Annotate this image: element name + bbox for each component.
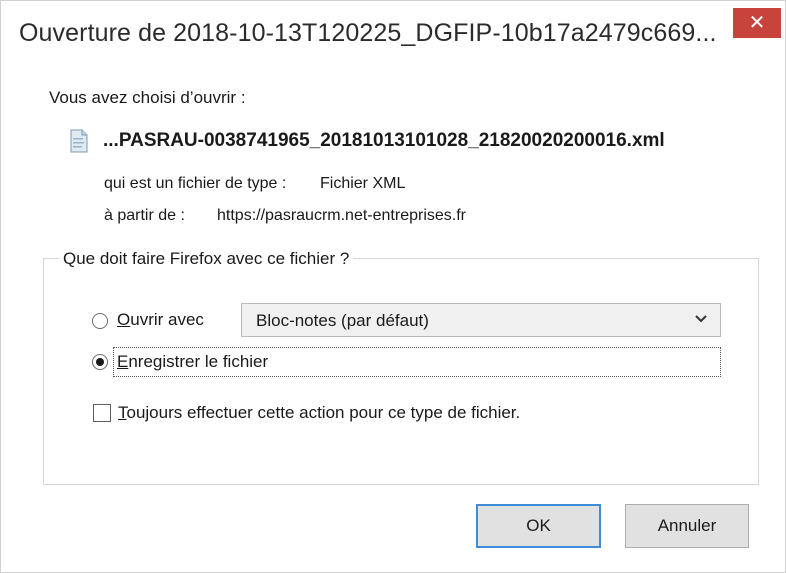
- always-action-label-text: oujours effectuer cette action pour ce t…: [126, 403, 521, 422]
- close-icon: ✕: [748, 12, 766, 34]
- chevron-down-icon: [695, 315, 707, 323]
- close-button[interactable]: ✕: [733, 8, 781, 38]
- intro-text: Vous avez choisi d’ouvrir :: [49, 88, 246, 107]
- ok-button[interactable]: OK: [476, 504, 601, 548]
- save-file-mnemonic: E: [117, 352, 129, 371]
- download-dialog: Ouverture de 2018-10-13T120225_DGFIP-10b…: [0, 0, 786, 573]
- file-type-label: qui est un fichier de type :: [104, 175, 287, 192]
- always-action-label[interactable]: Toujours effectuer cette action pour ce …: [118, 403, 520, 423]
- file-name: ...PASRAU-0038741965_20181013101028_2182…: [103, 130, 665, 151]
- open-with-mnemonic: O: [117, 310, 131, 329]
- dialog-title: Ouverture de 2018-10-13T120225_DGFIP-10b…: [19, 19, 717, 47]
- radio-selected-dot: [96, 358, 104, 366]
- title-bar[interactable]: Ouverture de 2018-10-13T120225_DGFIP-10b…: [1, 1, 785, 65]
- file-source-label: à partir de :: [104, 207, 185, 224]
- cancel-button[interactable]: Annuler: [625, 504, 749, 548]
- save-file-label-text: nregistrer le fichier: [128, 352, 269, 371]
- open-with-radio[interactable]: [92, 313, 108, 329]
- action-group-legend: Que doit faire Firefox avec ce fichier ?: [59, 249, 354, 269]
- application-select-value: Bloc-notes (par défaut): [256, 311, 429, 330]
- always-action-mnemonic: T: [118, 403, 127, 422]
- file-type-value: Fichier XML: [320, 175, 406, 192]
- save-file-radio[interactable]: [92, 354, 108, 370]
- always-action-checkbox[interactable]: [93, 404, 111, 422]
- save-file-label[interactable]: Enregistrer le fichier: [117, 352, 268, 372]
- open-with-label-text: uvrir avec: [130, 310, 204, 329]
- application-select[interactable]: Bloc-notes (par défaut): [241, 303, 721, 337]
- xml-file-icon: [70, 129, 88, 153]
- file-source-value: https://pasraucrm.net-entreprises.fr: [217, 207, 466, 224]
- open-with-label[interactable]: Ouvrir avec: [117, 310, 204, 330]
